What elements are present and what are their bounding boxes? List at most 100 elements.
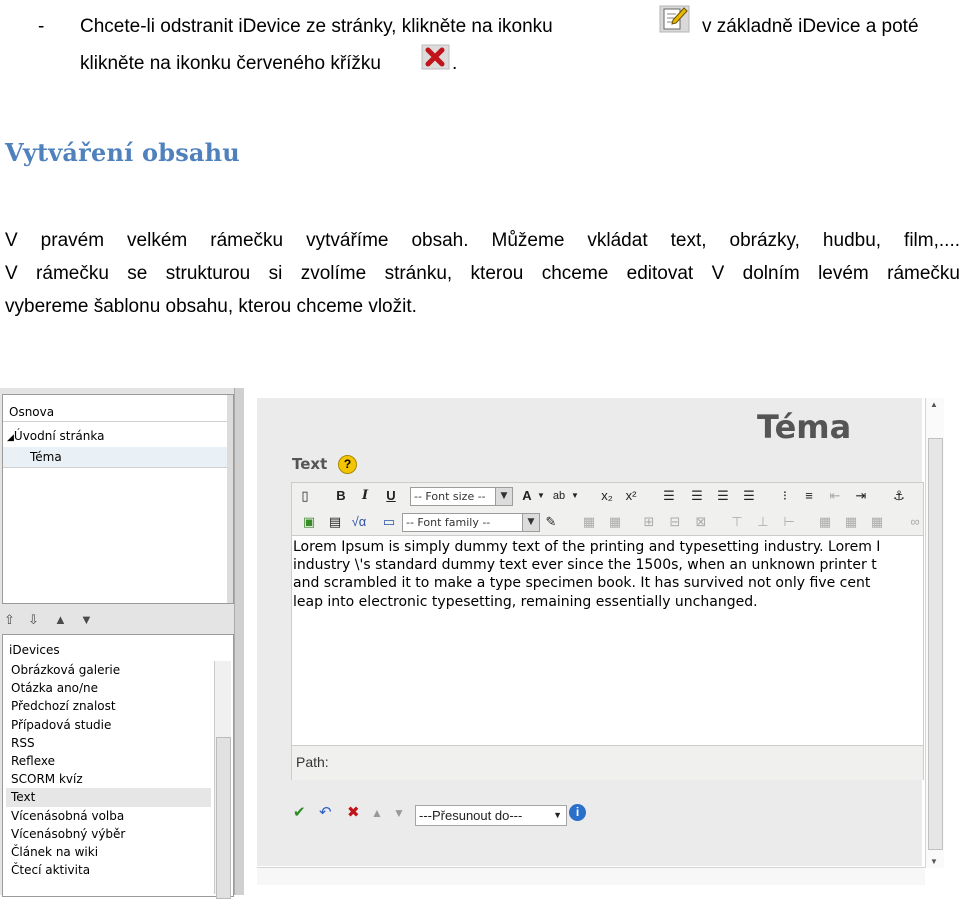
red-cross-icon [421, 44, 450, 70]
align-left-icon[interactable]: ☰ [660, 487, 678, 505]
underline-button[interactable]: U [382, 487, 400, 505]
idevice-item[interactable]: Reflexe [6, 752, 211, 770]
delete-cross-icon[interactable]: ✖ [347, 803, 360, 821]
info-icon[interactable]: i [569, 804, 586, 821]
align-center-icon[interactable]: ☰ [688, 487, 706, 505]
content-scroll-thumb[interactable] [928, 438, 943, 850]
col-after-icon[interactable]: ⊥ [754, 513, 772, 531]
idevice-item[interactable]: Vícenásobný výběr [6, 825, 211, 843]
bullet-text-line2: klikněte na ikonku červeného křížku [80, 53, 381, 74]
table-props-icon[interactable]: ▦ [606, 513, 624, 531]
font-family-select[interactable]: -- Font family -- ▼ [402, 513, 540, 532]
paragraph-line-1: V pravém velkém rámečku vytváříme obsah.… [5, 230, 960, 251]
idevice-item-selected[interactable]: Text [6, 788, 211, 807]
insert-media-icon[interactable]: ▤ [326, 513, 344, 531]
idevice-item[interactable]: Obrázková galerie [6, 661, 211, 679]
tree-node-child[interactable]: Téma [3, 447, 227, 467]
demote-arrow-icon[interactable]: ⇩ [28, 612, 39, 628]
editor-path-bar: Path: [292, 745, 923, 780]
idevices-scrollbar[interactable] [214, 661, 231, 899]
tree-node-root[interactable]: ◢Úvodní stránka [7, 429, 104, 443]
promote-arrow-icon[interactable]: ⇧ [4, 612, 15, 628]
pane-splitter[interactable] [234, 388, 244, 895]
row-delete-icon[interactable]: ⊠ [692, 513, 710, 531]
idevices-scroll-thumb[interactable] [216, 737, 231, 899]
indent-icon[interactable]: ⇥ [852, 487, 870, 505]
tree-expand-icon[interactable]: ◢ [7, 433, 14, 443]
tree-node-child-label: Téma [30, 450, 62, 464]
numbered-list-icon[interactable]: ≡ [800, 487, 818, 505]
split-cells-icon[interactable]: ▦ [842, 513, 860, 531]
merge-cells-icon[interactable]: ▦ [816, 513, 834, 531]
subscript-icon[interactable]: x₂ [598, 487, 616, 505]
idevice-item[interactable]: RSS [6, 734, 211, 752]
table-icon[interactable]: ▦ [580, 513, 598, 531]
outline-scrollbar[interactable] [227, 395, 233, 603]
edit-pencil-icon [659, 5, 690, 33]
idevice-item[interactable]: Čtecí aktivita [6, 861, 211, 879]
row-after-icon[interactable]: ⊟ [666, 513, 684, 531]
insert-image-icon[interactable]: ▣ [300, 513, 318, 531]
content-scrollbar[interactable]: ▲ ▼ [925, 398, 944, 868]
chevron-down-icon[interactable]: ▼ [553, 806, 562, 825]
chevron-down-icon[interactable]: ▼ [566, 487, 584, 505]
content-hscrollbar[interactable] [257, 867, 925, 885]
editor-text[interactable]: Lorem Ipsum is simply dummy text of the … [293, 538, 880, 611]
move-to-select[interactable]: ---Přesunout do--- ▼ [415, 805, 567, 826]
superscript-icon[interactable]: x² [622, 487, 640, 505]
link-icon[interactable]: ∞ [906, 513, 924, 531]
editor-line: Lorem Ipsum is simply dummy text of the … [293, 539, 881, 555]
move-up-icon[interactable]: ▲ [371, 806, 383, 820]
bullet-dash: - [38, 16, 45, 37]
idevice-item[interactable]: Vícenásobná volba [6, 807, 211, 825]
rich-text-editor: ▯ B I U -- Font size -- ▼ A ▼ ab ▼ x₂ x²… [291, 482, 924, 780]
left-pane: Osnova ◢Úvodní stránka Téma ⇧ ⇩ ▲ ▼ iDev… [0, 388, 244, 899]
anchor-icon[interactable]: ⚓ [890, 487, 908, 505]
idevice-item[interactable]: SCORM kvíz [6, 770, 211, 788]
row-insert-icon[interactable]: ⊞ [640, 513, 658, 531]
scroll-up-icon[interactable]: ▲ [930, 400, 938, 409]
editor-line: industry \'s standard dummy text ever si… [293, 557, 877, 574]
content-pane: Téma Text ? ▯ B I U -- Font size -- ▼ A … [257, 398, 924, 866]
idevice-item[interactable]: Případová studie [6, 716, 211, 734]
bullet-list-icon[interactable]: ⁝ [776, 487, 794, 505]
section-heading: Vytváření obsahu [5, 138, 240, 167]
insert-math-icon[interactable]: √α [350, 513, 368, 531]
move-up-icon[interactable]: ▲ [54, 612, 67, 627]
editor-line: and scrambled it to make a type specimen… [293, 575, 871, 592]
idevice-item[interactable]: Předchozí znalost [6, 697, 211, 715]
move-down-icon[interactable]: ▼ [80, 612, 93, 627]
col-insert-icon[interactable]: ⊤ [728, 513, 746, 531]
outdent-icon[interactable]: ⇤ [826, 487, 844, 505]
cell-props-icon[interactable]: ▦ [868, 513, 886, 531]
bold-button[interactable]: B [332, 487, 350, 505]
align-right-icon[interactable]: ☰ [714, 487, 732, 505]
align-justify-icon[interactable]: ☰ [740, 487, 758, 505]
bullet-text-part2: v základně iDevice a poté [702, 16, 919, 37]
new-document-icon[interactable]: ▯ [296, 487, 314, 505]
col-delete-icon[interactable]: ⊢ [780, 513, 798, 531]
font-size-select[interactable]: -- Font size -- ▼ [410, 487, 513, 506]
tree-node-root-label: Úvodní stránka [13, 429, 105, 443]
path-label: Path: [296, 754, 329, 770]
done-check-icon[interactable]: ✔ [293, 803, 306, 821]
outline-title: Osnova [9, 405, 55, 419]
chevron-down-icon[interactable]: ▼ [495, 488, 512, 505]
editor-content[interactable]: Lorem Ipsum is simply dummy text of the … [292, 537, 923, 737]
insert-textfield-icon[interactable]: ▭ [380, 513, 398, 531]
idevice-item[interactable]: Otázka ano/ne [6, 679, 211, 697]
move-down-icon[interactable]: ▼ [393, 806, 405, 820]
editor-line: leap into electronic typesetting, remain… [293, 593, 758, 610]
chevron-down-icon[interactable]: ▼ [532, 487, 550, 505]
outline-panel: Osnova ◢Úvodní stránka Téma [2, 394, 234, 604]
paragraph-line-2: V rámečku se strukturou si zvolíme strán… [5, 263, 960, 284]
chevron-down-icon[interactable]: ▼ [522, 514, 539, 531]
help-icon[interactable]: ? [338, 455, 357, 474]
italic-button[interactable]: I [356, 487, 374, 505]
undo-icon[interactable]: ↶ [319, 803, 332, 821]
idevice-item[interactable]: Článek na wiki [6, 843, 211, 861]
bullet-text-part1: Chcete-li odstranit iDevice ze stránky, … [80, 16, 553, 37]
scroll-down-icon[interactable]: ▼ [930, 857, 938, 866]
edit-html-icon[interactable]: ✎ [542, 513, 560, 531]
font-family-select-value: -- Font family -- [406, 516, 491, 529]
